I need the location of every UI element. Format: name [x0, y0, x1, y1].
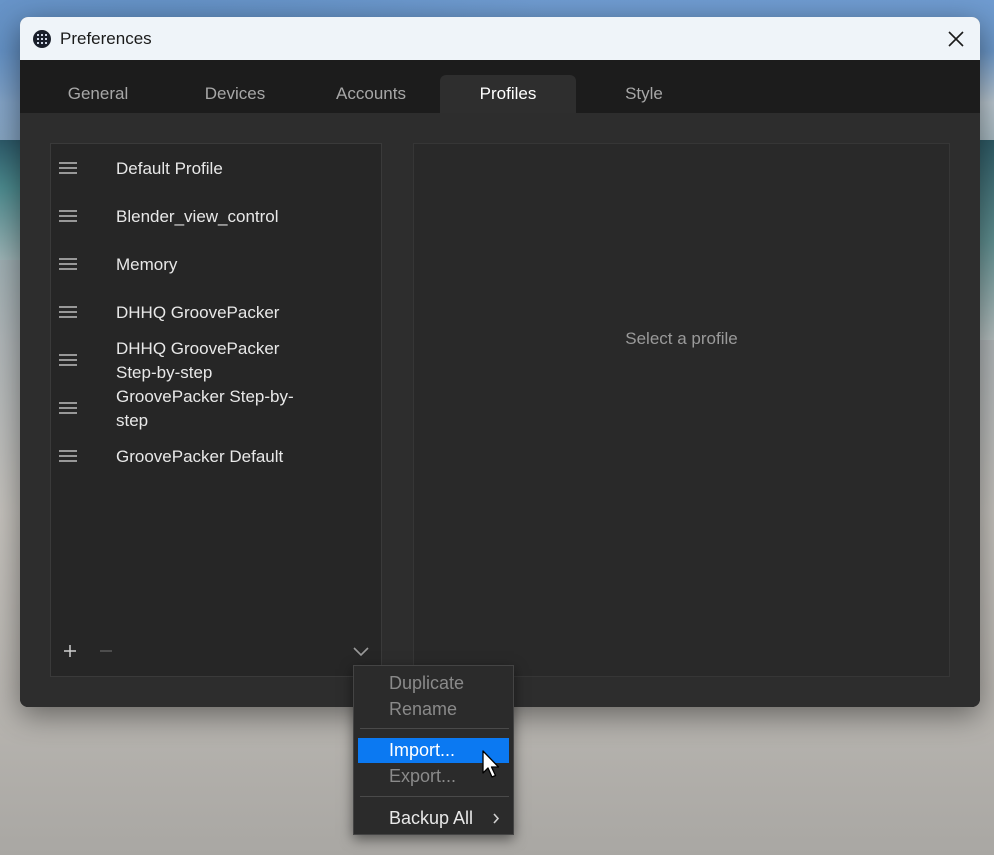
title-bar: Preferences — [20, 17, 980, 60]
menu-separator — [360, 728, 509, 729]
drag-handle-icon[interactable] — [59, 402, 77, 414]
plus-icon[interactable] — [61, 642, 79, 660]
profile-label: Default Profile — [116, 159, 223, 178]
mouse-pointer-icon — [482, 750, 500, 778]
app-grid-icon — [33, 29, 51, 48]
profiles-content: Default Profile Blender_view_control Mem… — [20, 113, 980, 707]
drag-handle-icon[interactable] — [59, 258, 77, 270]
profile-list-footer — [51, 636, 381, 676]
chevron-down-icon[interactable] — [351, 642, 371, 660]
chevron-right-icon — [493, 813, 500, 824]
tab-profiles[interactable]: Profiles — [440, 75, 576, 113]
menu-separator — [360, 796, 509, 797]
tab-devices[interactable]: Devices — [167, 75, 303, 113]
profile-label: DHHQ GroovePacker Step-by-step — [116, 339, 280, 382]
profile-label: GroovePacker Default — [116, 447, 284, 466]
profile-detail-panel: Select a profile — [413, 143, 950, 677]
drag-handle-icon[interactable] — [59, 354, 77, 366]
profile-label: DHHQ GroovePacker — [116, 303, 280, 322]
menu-item-backup-all[interactable]: Backup All — [358, 806, 509, 831]
menu-item-rename: Rename — [389, 699, 458, 719]
select-profile-placeholder: Select a profile — [625, 329, 738, 348]
drag-handle-icon[interactable] — [59, 162, 77, 174]
minus-icon — [100, 650, 112, 652]
tab-bar: General Devices Accounts Profiles Style — [20, 60, 980, 113]
preferences-window: Preferences General Devices Accounts Pro… — [20, 17, 980, 707]
menu-item-duplicate: Duplicate — [389, 673, 465, 693]
drag-handle-icon[interactable] — [59, 210, 77, 222]
window-title: Preferences — [60, 28, 152, 48]
profile-list: Default Profile Blender_view_control Mem… — [50, 143, 382, 677]
menu-item-label: Backup All — [389, 808, 474, 828]
tab-general[interactable]: General — [30, 75, 166, 113]
profile-label: Blender_view_control — [116, 207, 279, 226]
tab-style[interactable]: Style — [576, 75, 712, 113]
profile-label: Memory — [116, 255, 178, 274]
close-button[interactable] — [932, 17, 980, 60]
close-icon — [948, 30, 964, 47]
drag-handle-icon[interactable] — [59, 450, 77, 462]
drag-handle-icon[interactable] — [59, 306, 77, 318]
tab-accounts[interactable]: Accounts — [303, 75, 439, 113]
profile-label: GroovePacker Step-by-step — [116, 387, 294, 430]
